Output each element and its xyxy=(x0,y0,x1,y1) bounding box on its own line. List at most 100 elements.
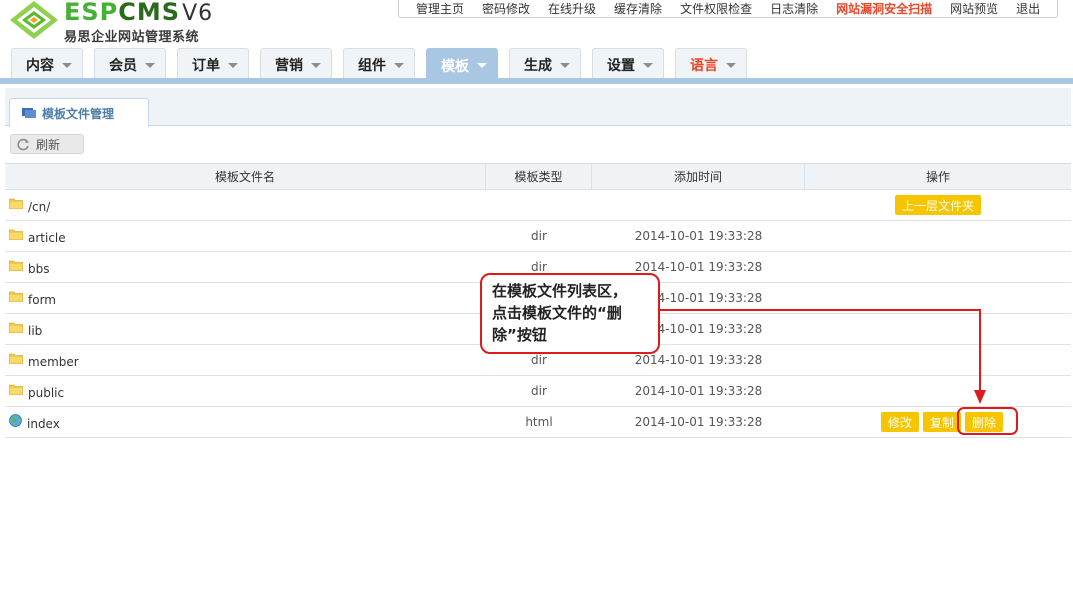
logo[interactable]: ESPCMSV6 易思企业网站管理系统 xyxy=(4,0,219,45)
top-links: 管理主页 密码修改 在线升级 缓存清除 文件权限检查 日志清除 网站漏洞安全扫描… xyxy=(398,0,1059,18)
copy-button[interactable]: 复制 xyxy=(922,412,961,432)
file-name-cell[interactable]: article xyxy=(5,221,486,251)
folder-icon xyxy=(9,322,23,333)
ops-cell xyxy=(805,345,1071,375)
tab-label: 模板文件管理 xyxy=(42,106,115,121)
nav-item-content[interactable]: 内容 xyxy=(11,48,83,80)
folder-icon xyxy=(9,291,23,302)
folder-icon xyxy=(9,229,23,240)
ops-cell xyxy=(805,252,1071,282)
toplink-clear-cache[interactable]: 缓存清除 xyxy=(614,2,662,16)
nav-item-label: 语言 xyxy=(690,57,718,74)
folder-icon xyxy=(9,384,23,395)
column-header-time: 添加时间 xyxy=(592,164,805,189)
chevron-down-icon xyxy=(477,63,487,68)
instruction-callout: 在模板文件列表区， 点击模板文件的“删 除”按钮 xyxy=(480,273,660,354)
table-row: public dir 2014-10-01 19:33:28 xyxy=(5,376,1071,407)
monitor-icon xyxy=(22,108,36,118)
table-header: 模板文件名 模板类型 添加时间 操作 xyxy=(5,163,1071,190)
file-name: member xyxy=(28,355,79,369)
nav-item-label: 生成 xyxy=(524,57,552,74)
nav-item-settings[interactable]: 设置 xyxy=(592,48,664,80)
refresh-button[interactable]: 刷新 xyxy=(10,134,84,154)
ops-cell: 修改 复制 删除 xyxy=(805,407,1071,437)
nav-item-label: 订单 xyxy=(192,57,220,74)
file-name: index xyxy=(27,417,60,431)
file-time xyxy=(592,190,805,220)
ops-cell: 上一层文件夹 xyxy=(805,190,1071,220)
file-name-cell[interactable]: bbs xyxy=(5,252,486,282)
file-name: article xyxy=(28,231,66,245)
ops-cell xyxy=(805,376,1071,406)
delete-button-highlight xyxy=(957,407,1018,435)
callout-line: 点击模板文件的“删 xyxy=(492,304,622,322)
nav-divider xyxy=(0,78,1073,84)
nav-item-label: 模板 xyxy=(441,58,469,75)
chevron-down-icon xyxy=(228,63,238,68)
file-time: 2014-10-01 19:33:28 xyxy=(634,229,763,243)
file-time: 2014-10-01 19:33:28 xyxy=(634,384,763,398)
nav-item-label: 会员 xyxy=(109,57,137,74)
callout-line: 在模板文件列表区， xyxy=(492,282,628,300)
chevron-down-icon xyxy=(145,63,155,68)
toplink-password[interactable]: 密码修改 xyxy=(482,2,530,16)
file-name-cell[interactable]: member xyxy=(5,345,486,375)
table-row: index html 2014-10-01 19:33:28 修改 复制 删除 xyxy=(5,407,1071,438)
parent-folder-button[interactable]: 上一层文件夹 xyxy=(894,195,981,215)
nav-item-marketing[interactable]: 营销 xyxy=(260,48,332,80)
toplink-upgrade[interactable]: 在线升级 xyxy=(548,2,596,16)
toplink-home[interactable]: 管理主页 xyxy=(416,2,464,16)
file-time: 2014-10-01 19:33:28 xyxy=(634,415,763,429)
nav-item-generate[interactable]: 生成 xyxy=(509,48,581,80)
nav-item-components[interactable]: 组件 xyxy=(343,48,415,80)
file-name-cell[interactable]: /cn/ xyxy=(5,190,486,220)
chevron-down-icon xyxy=(311,63,321,68)
toplink-security-scan[interactable]: 网站漏洞安全扫描 xyxy=(836,2,932,16)
file-name: /cn/ xyxy=(28,200,51,214)
file-name-cell[interactable]: index xyxy=(5,407,486,437)
nav-item-label: 组件 xyxy=(358,57,386,74)
callout-line: 除”按钮 xyxy=(492,326,547,344)
header: ESPCMSV6 易思企业网站管理系统 管理主页 密码修改 在线升级 缓存清除 … xyxy=(0,0,1073,84)
main-nav: 内容 会员 订单 营销 组件 模板 生成 设置 语言 xyxy=(0,48,1073,82)
file-name-cell[interactable]: lib xyxy=(5,314,486,344)
file-name: bbs xyxy=(28,262,50,276)
folder-icon xyxy=(9,198,23,209)
folder-icon xyxy=(9,353,23,364)
file-name-cell[interactable]: form xyxy=(5,283,486,313)
nav-item-label: 设置 xyxy=(607,57,635,74)
toplink-clear-log[interactable]: 日志清除 xyxy=(770,2,818,16)
column-header-name: 模板文件名 xyxy=(5,164,486,189)
logo-version: V6 xyxy=(182,1,214,26)
toplink-preview[interactable]: 网站预览 xyxy=(950,2,998,16)
file-name-cell[interactable]: public xyxy=(5,376,486,406)
column-header-ops: 操作 xyxy=(925,170,950,184)
nav-item-language[interactable]: 语言 xyxy=(675,48,747,80)
ops-cell xyxy=(805,221,1071,251)
ops-cell xyxy=(805,314,1071,344)
nav-item-members[interactable]: 会员 xyxy=(94,48,166,80)
logo-subtitle: 易思企业网站管理系统 xyxy=(64,30,200,45)
chevron-down-icon xyxy=(726,63,736,68)
column-header-type: 模板类型 xyxy=(486,164,592,189)
logo-text: ESPCMSV6 xyxy=(64,0,213,26)
edit-button[interactable]: 修改 xyxy=(880,412,919,432)
table-row: article dir 2014-10-01 19:33:28 xyxy=(5,221,1071,252)
nav-item-label: 营销 xyxy=(275,57,303,74)
logo-cms: CMS xyxy=(118,0,181,26)
logo-esp: ESP xyxy=(64,0,119,26)
file-type: dir xyxy=(531,229,547,243)
chevron-down-icon xyxy=(62,63,72,68)
tab-bar: 模板文件管理 xyxy=(5,88,1071,127)
toplink-logout[interactable]: 退出 xyxy=(1016,2,1040,16)
nav-item-templates[interactable]: 模板 xyxy=(426,48,498,82)
folder-icon xyxy=(9,260,23,271)
file-name: form xyxy=(28,293,56,307)
toplink-permission-check[interactable]: 文件权限检查 xyxy=(680,2,752,16)
refresh-icon xyxy=(17,138,29,150)
nav-item-orders[interactable]: 订单 xyxy=(177,48,249,80)
ops-cell xyxy=(805,283,1071,313)
chevron-down-icon xyxy=(394,63,404,68)
tab-template-files[interactable]: 模板文件管理 xyxy=(9,98,149,127)
file-name: public xyxy=(28,386,65,400)
